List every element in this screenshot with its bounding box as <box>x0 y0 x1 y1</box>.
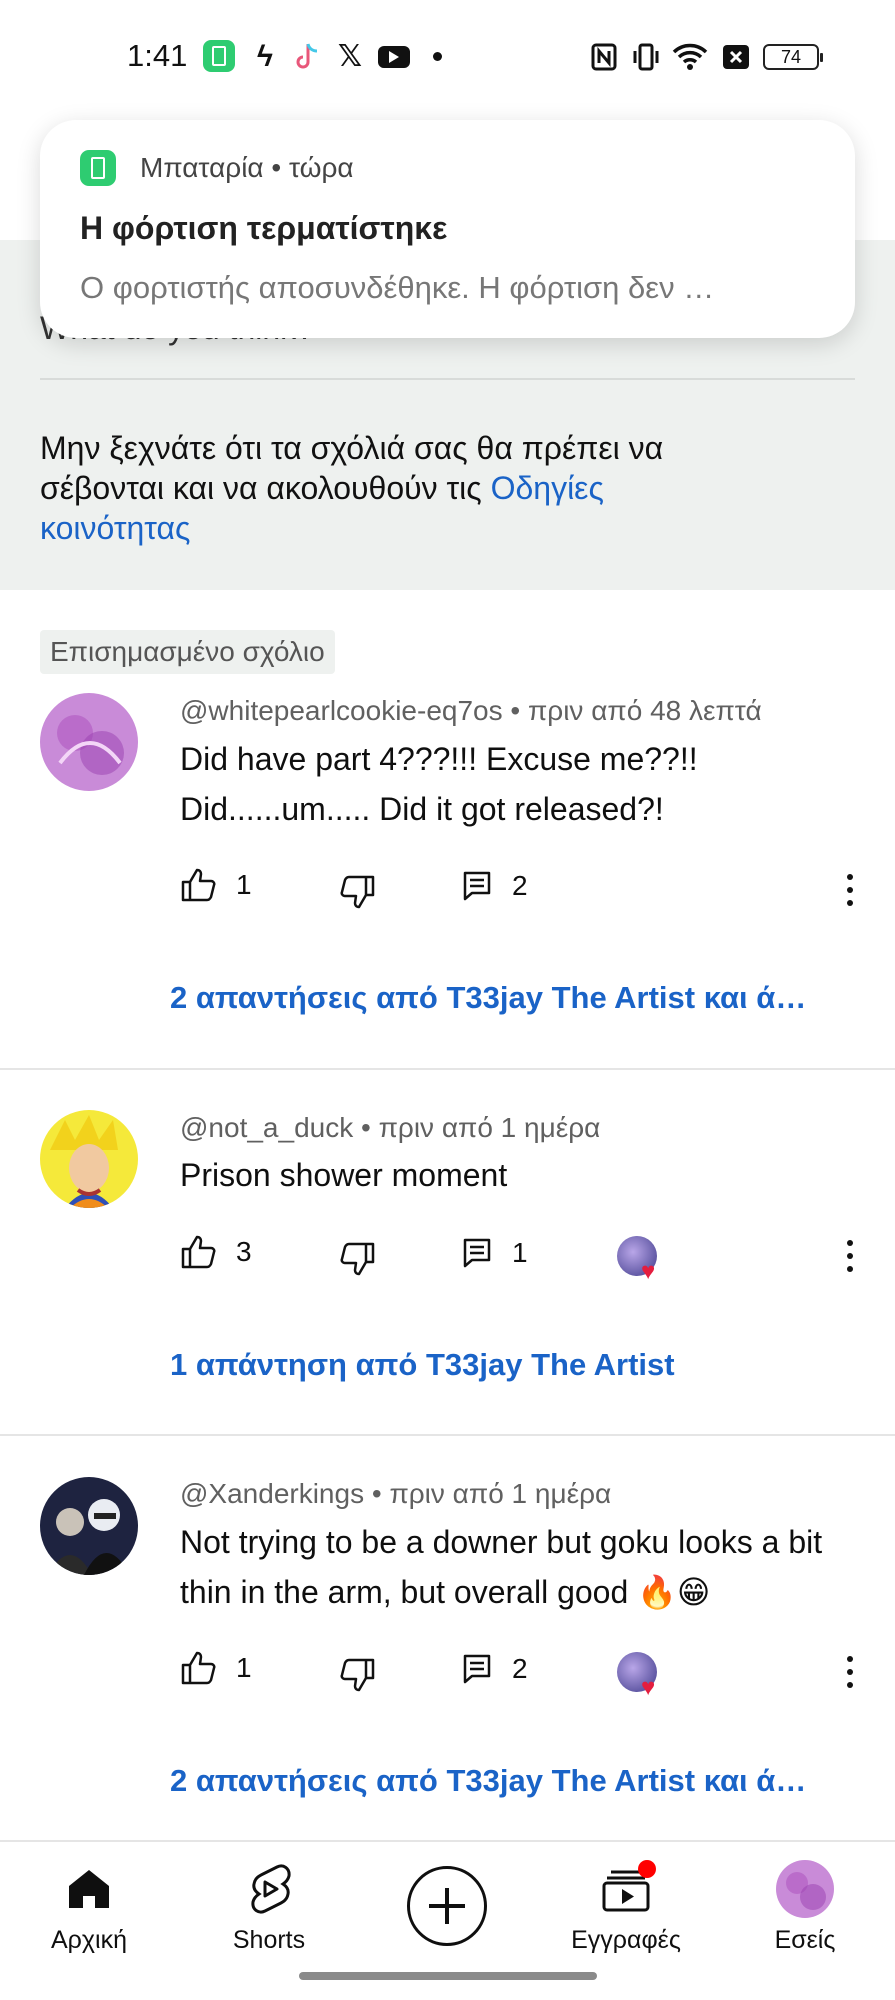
notification-body: Ο φορτιστής αποσυνδέθηκε. Η φόρτιση δεν … <box>80 270 715 305</box>
comment-meta: @not_a_duck • πριν από 1 ημέρα <box>180 1112 601 1143</box>
view-replies-link[interactable]: 2 απαντήσεις από T33jay The Artist και ά… <box>170 1763 850 1799</box>
reply-button[interactable]: 2 <box>462 870 528 902</box>
comment-icon <box>463 1654 491 1684</box>
like-button[interactable]: 1 <box>180 1650 252 1686</box>
home-icon <box>19 1854 159 1924</box>
nav-home[interactable]: Αρχική <box>19 1854 159 1955</box>
wifi-icon <box>672 42 708 72</box>
heart-icon: ♥ <box>641 1258 656 1285</box>
thumbs-up-icon <box>181 868 216 902</box>
more-options-button[interactable] <box>836 1652 864 1692</box>
nav-home-label: Αρχική <box>51 1926 127 1954</box>
divider <box>40 378 855 380</box>
nav-you[interactable]: Εσείς <box>735 1854 875 1955</box>
nav-shorts[interactable]: Shorts <box>199 1854 339 1955</box>
nav-subscriptions-label: Εγγραφές <box>571 1926 681 1954</box>
thumbs-up-icon <box>181 1235 216 1269</box>
reply-count: 2 <box>512 870 528 901</box>
comment-divider <box>0 1068 895 1070</box>
comment-text: Did have part 4???!!! Excuse me??!! Did.… <box>180 741 698 827</box>
comment-icon <box>463 1238 491 1268</box>
x-icon: 𝕏 <box>337 40 363 73</box>
battery-icon: 74 <box>763 44 823 70</box>
nav-shorts-label: Shorts <box>232 1926 306 1954</box>
creator-heart-icon: ♥ <box>617 1236 663 1285</box>
notification-app-name: Μπαταρία • τώρα <box>140 152 354 183</box>
youtube-icon <box>378 46 410 68</box>
view-replies-link[interactable]: 2 απαντήσεις από T33jay The Artist και ά… <box>170 980 850 1016</box>
dislike-button[interactable] <box>338 1657 376 1693</box>
reply-button[interactable]: 2 <box>462 1653 528 1685</box>
like-count: 1 <box>236 869 252 900</box>
comment-text: Not trying to be a downer but goku looks… <box>180 1524 823 1610</box>
comment-divider <box>0 1434 895 1436</box>
tiktok-icon <box>291 42 323 72</box>
dislike-button[interactable] <box>338 874 376 910</box>
community-guidelines-notice: Μην ξεχνάτε ότι τα σχόλιά σας θα πρέπει … <box>40 428 760 548</box>
battery-notification[interactable]: Μπαταρία • τώρα Η φόρτιση τερματίστηκε Ο… <box>40 120 855 338</box>
avatar[interactable] <box>40 1110 138 1208</box>
subscriptions-icon <box>556 1854 696 1924</box>
dislike-button[interactable] <box>338 1241 376 1277</box>
create-button[interactable] <box>407 1866 487 1946</box>
like-count: 1 <box>236 1652 252 1683</box>
creator-heart-icon: ♥ <box>617 1652 663 1701</box>
battery-charge-app-icon <box>203 40 235 72</box>
home-indicator[interactable] <box>299 1972 597 1980</box>
comment-meta: @whitepearlcookie-eq7os • πριν από 48 λε… <box>180 695 762 726</box>
more-options-button[interactable] <box>836 1236 864 1276</box>
comment-icon <box>463 871 491 901</box>
status-bar: 1:41 ϟ 𝕏 74 <box>0 0 895 115</box>
like-button[interactable]: 3 <box>180 1234 252 1270</box>
no-sim-icon <box>721 42 751 72</box>
like-button[interactable]: 1 <box>180 867 252 903</box>
avatar[interactable] <box>40 693 138 791</box>
thumbs-down-icon <box>340 1242 375 1276</box>
thumbs-up-icon <box>181 1651 216 1685</box>
highlighted-comment-badge: Επισημασμένο σχόλιο <box>40 630 335 674</box>
new-content-dot <box>638 1860 656 1878</box>
battery-app-icon <box>80 150 116 186</box>
vibrate-icon <box>630 42 662 72</box>
notification-title: Η φόρτιση τερματίστηκε <box>80 210 448 246</box>
nfc-icon <box>590 42 618 72</box>
flash-icon: ϟ <box>257 40 273 73</box>
more-options-button[interactable] <box>836 870 864 910</box>
dot-icon <box>433 52 442 61</box>
reply-button[interactable]: 1 <box>462 1237 528 1269</box>
avatar[interactable] <box>40 1477 138 1575</box>
heart-icon: ♥ <box>641 1674 656 1701</box>
view-replies-link[interactable]: 1 απάντηση από T33jay The Artist <box>170 1347 850 1383</box>
shorts-icon <box>199 1854 339 1924</box>
nav-you-label: Εσείς <box>774 1926 836 1954</box>
reply-count: 1 <box>512 1237 528 1268</box>
profile-avatar <box>735 1854 875 1924</box>
status-time: 1:41 <box>127 38 188 73</box>
comment-meta: @Xanderkings • πριν από 1 ημέρα <box>180 1478 612 1509</box>
reply-count: 2 <box>512 1653 528 1684</box>
comment-text: Prison shower moment <box>180 1157 508 1193</box>
nav-subscriptions[interactable]: Εγγραφές <box>556 1854 696 1955</box>
thumbs-down-icon <box>340 1658 375 1692</box>
plus-icon <box>429 1888 465 1924</box>
thumbs-down-icon <box>340 875 375 909</box>
like-count: 3 <box>236 1236 252 1267</box>
